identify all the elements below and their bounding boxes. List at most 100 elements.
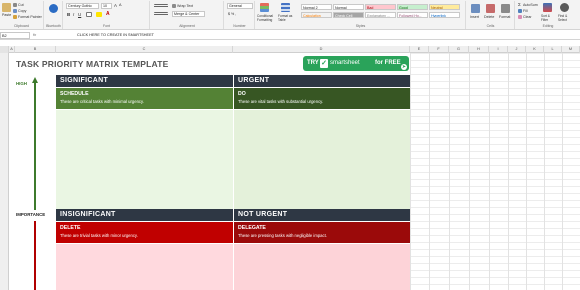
- fill-button[interactable]: Fill: [523, 9, 528, 13]
- number-label: Number: [233, 24, 246, 28]
- quadrant-do-desc: These are vital tasks with substantial u…: [238, 99, 324, 104]
- borders-icon[interactable]: [86, 12, 92, 17]
- fill-color-icon[interactable]: [96, 12, 102, 17]
- header-significant: SIGNIFICANT: [56, 75, 233, 87]
- axis-line-red: [34, 221, 36, 290]
- insert-icon[interactable]: [471, 4, 480, 13]
- font-color-icon[interactable]: A: [106, 11, 110, 17]
- quadrant-schedule-body[interactable]: [56, 110, 233, 209]
- quadrant-do-body[interactable]: [234, 110, 410, 209]
- font-label: Font: [102, 24, 110, 28]
- font-family-select[interactable]: Century Gothic: [66, 3, 99, 9]
- formula-bar: B2 fx CLICK HERE TO CREATE IN SMARTSHEET: [0, 31, 580, 40]
- copy-button[interactable]: Copy: [18, 9, 26, 13]
- format-button[interactable]: Format: [499, 15, 510, 19]
- quadrant-delegate-desc: These are pressing tasks with negligible…: [238, 233, 327, 238]
- select-all-corner[interactable]: [0, 46, 9, 53]
- format-icon[interactable]: [501, 4, 510, 13]
- editing-label: Editing: [542, 24, 554, 28]
- column-header-e[interactable]: E: [410, 46, 429, 53]
- conditional-formatting-button[interactable]: Conditional Formatting: [257, 14, 277, 22]
- column-header-b[interactable]: B: [15, 46, 56, 53]
- italic-icon[interactable]: I: [73, 12, 74, 17]
- column-header-f[interactable]: F: [429, 46, 449, 53]
- merge-center-button[interactable]: Merge & Center: [172, 11, 205, 17]
- sort-filter-button[interactable]: Sort & Filter: [541, 14, 555, 22]
- paste-icon[interactable]: [2, 3, 11, 12]
- editing-group: Σ AutoSum Fill Clear Sort & Filter Find …: [516, 1, 580, 29]
- bluetooth-icon[interactable]: [49, 4, 58, 13]
- cell-style-item[interactable]: Normal: [333, 4, 364, 10]
- styles-label: Styles: [355, 24, 366, 28]
- format-as-table-icon[interactable]: [281, 3, 290, 12]
- underline-icon[interactable]: U: [78, 12, 81, 17]
- cell-style-item[interactable]: Followed Hy...: [397, 12, 428, 18]
- number-format-select[interactable]: General: [227, 3, 253, 9]
- paste-button[interactable]: Paste: [2, 13, 11, 17]
- column-header-k[interactable]: K: [526, 46, 544, 53]
- insert-button[interactable]: Insert: [470, 15, 479, 19]
- quadrant-schedule-title: SCHEDULE: [60, 91, 89, 97]
- column-header-d[interactable]: D: [233, 46, 410, 53]
- gridline: [449, 53, 450, 290]
- column-header-m[interactable]: M: [562, 46, 580, 53]
- column-header-g[interactable]: G: [449, 46, 469, 53]
- format-painter-icon[interactable]: [13, 15, 17, 19]
- name-box[interactable]: B2: [0, 32, 30, 39]
- quadrant-delegate-body[interactable]: [234, 244, 410, 290]
- autosum-button[interactable]: AutoSum: [523, 3, 538, 7]
- gridline: [410, 53, 411, 290]
- cell-style-item[interactable]: Neutral: [429, 4, 460, 10]
- clear-button[interactable]: Clear: [523, 15, 532, 19]
- cell-style-item[interactable]: Calculation: [301, 12, 332, 18]
- fx-icon[interactable]: fx: [33, 32, 36, 37]
- shrink-font-icon[interactable]: A: [119, 3, 122, 7]
- column-header-i[interactable]: I: [489, 46, 508, 53]
- align-left-icon[interactable]: [154, 12, 168, 16]
- cell-style-item[interactable]: Good: [397, 4, 428, 10]
- formula-input[interactable]: CLICK HERE TO CREATE IN SMARTSHEET: [77, 33, 154, 37]
- currency-icon[interactable]: $ % ,: [228, 12, 236, 16]
- bluetooth-group: Bluetooth: [45, 1, 63, 29]
- cut-button[interactable]: Cut: [18, 3, 24, 7]
- smartsheet-cta-button[interactable]: TRY ✓ smartsheet for FREE ➤: [303, 56, 409, 71]
- grow-font-icon[interactable]: A: [114, 3, 117, 8]
- cell-style-item[interactable]: Check Cell: [333, 12, 364, 18]
- row-headers[interactable]: [0, 53, 9, 290]
- find-select-button[interactable]: Find & Select: [558, 14, 574, 22]
- find-select-icon[interactable]: [560, 3, 569, 12]
- column-header-l[interactable]: L: [544, 46, 562, 53]
- quadrant-delete-body[interactable]: [56, 244, 233, 290]
- column-header-h[interactable]: H: [469, 46, 489, 53]
- bold-icon[interactable]: B: [67, 12, 70, 17]
- column-header-j[interactable]: J: [508, 46, 526, 53]
- delete-icon[interactable]: [486, 4, 495, 13]
- cell-style-item[interactable]: Hyperlink: [429, 12, 460, 18]
- wrap-text-icon[interactable]: [172, 4, 176, 8]
- header-urgent: URGENT: [234, 75, 410, 87]
- styles-group: Conditional Formatting Format as Table N…: [256, 1, 466, 29]
- align-top-icon[interactable]: [154, 4, 168, 8]
- cells-label: Cells: [486, 24, 495, 28]
- conditional-formatting-icon[interactable]: [260, 3, 269, 12]
- cell-style-item[interactable]: Normal 2: [301, 4, 332, 10]
- cell-style-item[interactable]: Explanatory ...: [365, 12, 396, 18]
- delete-button[interactable]: Delete: [484, 15, 494, 19]
- gridline: [429, 53, 430, 290]
- gridline: [544, 53, 545, 290]
- format-as-table-button[interactable]: Format as Table: [278, 14, 296, 22]
- alignment-group: Wrap Text Merge & Center Alignment: [151, 1, 224, 29]
- column-header-c[interactable]: C: [56, 46, 233, 53]
- copy-icon[interactable]: [13, 9, 17, 13]
- wrap-text-button[interactable]: Wrap Text: [177, 4, 193, 8]
- format-painter-button[interactable]: Format Painter: [18, 15, 42, 19]
- font-size-select[interactable]: 10: [101, 3, 112, 9]
- sort-filter-icon[interactable]: [543, 3, 552, 12]
- cell-style-item[interactable]: Bad: [365, 4, 396, 10]
- ribbon: Paste Cut Copy Format Painter Clipboard …: [0, 0, 580, 30]
- fill-icon[interactable]: [518, 9, 522, 13]
- axis-importance-label: IMPORTANCE: [16, 212, 46, 217]
- clear-icon[interactable]: [518, 15, 522, 19]
- cut-icon[interactable]: [13, 3, 17, 7]
- autosum-icon[interactable]: Σ: [518, 2, 521, 7]
